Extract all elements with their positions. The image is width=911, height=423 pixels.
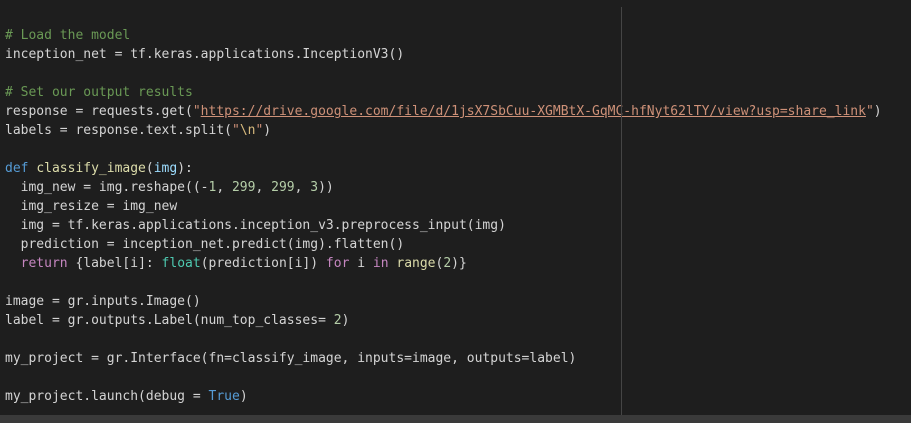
code-token: img_resize = img_new	[5, 199, 178, 214]
code-line: labels = response.text.split("\n")	[5, 121, 271, 140]
code-token: )	[263, 123, 272, 138]
code-line: return {label[i]: float(prediction[i]) f…	[5, 254, 467, 273]
code-token: prediction = inception_net.predict(img).…	[5, 237, 405, 252]
code-token: # Set our output results	[5, 85, 193, 100]
code-token: for	[325, 256, 350, 271]
code-token: ,	[216, 180, 232, 195]
code-token: ):	[177, 161, 193, 176]
code-line: prediction = inception_net.predict(img).…	[5, 235, 405, 254]
code-line: img_new = img.reshape((-1, 299, 299, 3))	[5, 178, 334, 197]
code-line: response = requests.get("https://drive.g…	[5, 102, 882, 121]
code-token: (	[145, 161, 154, 176]
code-editor[interactable]: # Load the model inception_net = tf.keras…	[0, 0, 911, 415]
code-token: \n	[239, 123, 256, 138]
code-line: # Set our output results	[5, 83, 193, 102]
code-token: my_project = gr.Interface(fn=classify_im…	[5, 351, 577, 366]
code-token: "	[231, 123, 240, 138]
code-token: response = requests.get(	[5, 104, 193, 119]
code-token: )	[341, 313, 350, 328]
code-token: 299	[231, 180, 256, 195]
code-token: 2	[333, 313, 342, 328]
code-line: img_resize = img_new	[5, 197, 178, 216]
code-token: in	[372, 256, 389, 271]
code-token: )	[873, 104, 882, 119]
code-token: )	[239, 389, 248, 404]
code-token: ,	[294, 180, 311, 195]
code-line: image = gr.inputs.Image()	[5, 292, 201, 311]
code-token: float	[161, 256, 201, 271]
code-token: classify_image	[36, 161, 146, 176]
code-token: img	[153, 161, 178, 176]
url-link[interactable]: https://drive.google.com/file/d/1jsX7SbC…	[201, 104, 866, 119]
code-token: inception_net = tf.keras.applications.In…	[5, 47, 405, 62]
code-token: ))	[318, 180, 334, 195]
code-token: image = gr.inputs.Image()	[5, 294, 201, 309]
code-token: 2	[443, 256, 452, 271]
code-line: # Load the model	[5, 26, 130, 45]
code-line: def classify_image(img):	[5, 159, 193, 178]
code-token: 299	[271, 180, 295, 195]
code-token: img = tf.keras.applications.inception_v3…	[5, 218, 506, 233]
code-token: True	[208, 389, 240, 404]
code-token: img_new = img.reshape((-	[5, 180, 209, 195]
code-token: (prediction[i])	[200, 256, 326, 271]
code-token: ,	[255, 180, 272, 195]
code-token: label = gr.outputs.Label(num_top_classes…	[5, 313, 334, 328]
code-token: 3	[310, 180, 319, 195]
code-token: )}	[451, 256, 467, 271]
code-token: {label[i]:	[67, 256, 162, 271]
code-token: i	[349, 256, 373, 271]
code-token: range	[396, 256, 436, 271]
code-line: my_project.launch(debug = True)	[5, 387, 248, 406]
code-line: inception_net = tf.keras.applications.In…	[5, 45, 404, 64]
code-token: "	[192, 104, 201, 119]
code-token: my_project.launch(debug =	[5, 389, 209, 404]
code-line: label = gr.outputs.Label(num_top_classes…	[5, 311, 349, 330]
code-line: img = tf.keras.applications.inception_v3…	[5, 216, 506, 235]
code-token: def	[5, 161, 37, 176]
column-ruler	[621, 7, 622, 415]
code-line: my_project = gr.Interface(fn=classify_im…	[5, 349, 576, 368]
horizontal-scrollbar[interactable]	[0, 415, 911, 423]
code-token: "	[865, 104, 874, 119]
code-token: labels = response.text.split(	[5, 123, 232, 138]
code-token: # Load the model	[5, 28, 131, 43]
code-token: return	[20, 256, 68, 271]
